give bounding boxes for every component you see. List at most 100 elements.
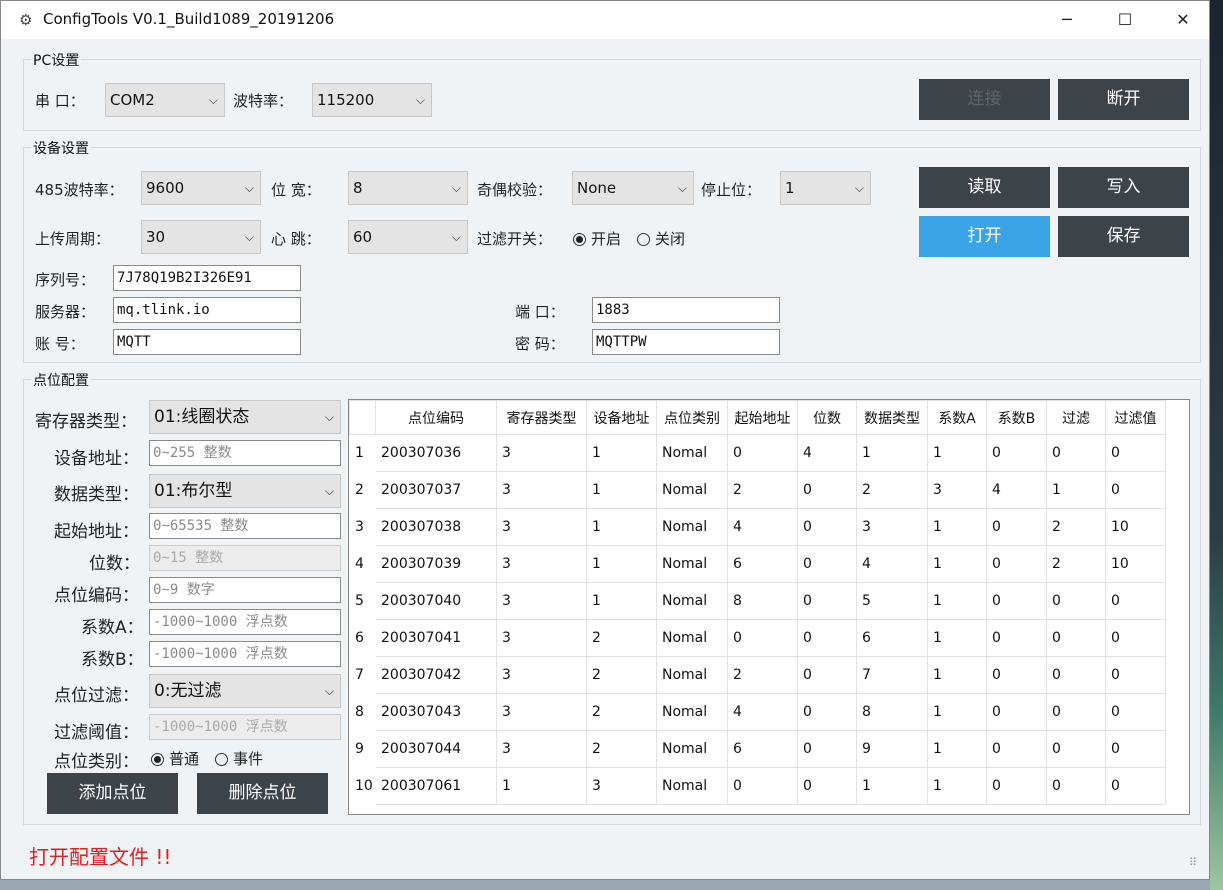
table-cell[interactable]: 0 bbox=[797, 545, 857, 583]
table-cell[interactable]: 0 bbox=[986, 508, 1047, 546]
column-header[interactable]: 数据类型 bbox=[856, 400, 928, 435]
table-cell[interactable]: 1 bbox=[586, 545, 657, 583]
table-cell[interactable]: 3 bbox=[496, 545, 587, 583]
table-cell[interactable]: 4 bbox=[727, 693, 798, 731]
table-row[interactable]: 9 200307044 3 2 Nomal 6 0 9 1 0 0 0 bbox=[349, 730, 1166, 768]
column-header[interactable]: 系数A bbox=[927, 400, 987, 435]
table-cell[interactable]: 1 bbox=[586, 508, 657, 546]
table-cell[interactable]: 5 bbox=[856, 582, 928, 620]
table-cell[interactable]: 0 bbox=[1105, 619, 1166, 657]
upload-period-select[interactable]: 30 ⌵ bbox=[141, 220, 261, 254]
table-cell[interactable]: 2 bbox=[856, 471, 928, 509]
table-cell[interactable]: 1 bbox=[586, 471, 657, 509]
table-cell[interactable]: 2 bbox=[1046, 508, 1106, 546]
table-cell[interactable]: 0 bbox=[1046, 582, 1106, 620]
column-header[interactable]: 过滤 bbox=[1046, 400, 1106, 435]
data-type-select[interactable]: 01:布尔型 ⌵ bbox=[149, 474, 341, 508]
table-cell[interactable]: 6 bbox=[727, 730, 798, 768]
table-cell[interactable]: 0 bbox=[986, 767, 1047, 805]
close-button[interactable]: ✕ bbox=[1154, 1, 1212, 39]
table-cell[interactable]: 200307040 bbox=[375, 582, 497, 620]
table-cell[interactable]: 2 bbox=[586, 693, 657, 731]
table-cell[interactable]: 1 bbox=[586, 434, 657, 472]
table-cell[interactable]: 0 bbox=[797, 619, 857, 657]
baud485-select[interactable]: 9600 ⌵ bbox=[141, 171, 261, 205]
table-cell[interactable]: Nomal bbox=[656, 434, 728, 472]
table-cell[interactable]: 200307039 bbox=[375, 545, 497, 583]
table-cell[interactable]: 0 bbox=[1105, 693, 1166, 731]
table-cell[interactable]: 0 bbox=[797, 656, 857, 694]
table-cell[interactable]: 0 bbox=[986, 619, 1047, 657]
table-cell[interactable]: 2 bbox=[586, 730, 657, 768]
table-cell[interactable]: Nomal bbox=[656, 508, 728, 546]
table-cell[interactable]: 1 bbox=[856, 767, 928, 805]
table-cell[interactable]: 0 bbox=[1105, 730, 1166, 768]
column-header[interactable]: 点位类别 bbox=[656, 400, 728, 435]
filter-on-radio[interactable]: 开启 bbox=[573, 228, 621, 249]
table-cell[interactable]: 0 bbox=[797, 508, 857, 546]
table-cell[interactable]: 8 bbox=[727, 582, 798, 620]
resize-grip-icon[interactable]: ⠿ bbox=[1189, 856, 1197, 869]
account-input[interactable]: MQTT bbox=[113, 329, 301, 355]
table-row[interactable]: 2 200307037 3 1 Nomal 2 0 2 3 4 1 0 bbox=[349, 471, 1166, 509]
column-header[interactable]: 系数B bbox=[986, 400, 1047, 435]
heartbeat-select[interactable]: 60 ⌵ bbox=[348, 220, 468, 254]
table-cell[interactable]: 2 bbox=[727, 656, 798, 694]
category-normal-radio[interactable]: 普通 bbox=[151, 748, 199, 769]
point-filter-select[interactable]: 0:无过滤 ⌵ bbox=[149, 674, 341, 708]
table-cell[interactable]: 3 bbox=[496, 471, 587, 509]
point-code-input[interactable]: 0~9 数字 bbox=[149, 577, 341, 603]
table-cell[interactable]: 3 bbox=[496, 693, 587, 731]
minimize-button[interactable]: ─ bbox=[1038, 1, 1096, 39]
category-event-radio[interactable]: 事件 bbox=[215, 748, 263, 769]
table-cell[interactable]: 0 bbox=[986, 545, 1047, 583]
data-width-select[interactable]: 8 ⌵ bbox=[348, 171, 468, 205]
table-cell[interactable]: 0 bbox=[986, 656, 1047, 694]
column-header[interactable]: 寄存器类型 bbox=[496, 400, 587, 435]
table-cell[interactable]: 2 bbox=[727, 471, 798, 509]
table-cell[interactable]: 3 bbox=[496, 582, 587, 620]
table-cell[interactable]: 0 bbox=[797, 730, 857, 768]
table-cell[interactable]: 3 bbox=[856, 508, 928, 546]
table-cell[interactable]: 3 bbox=[496, 730, 587, 768]
table-cell[interactable]: 0 bbox=[1046, 619, 1106, 657]
filter-threshold-input[interactable]: -1000~1000 浮点数 bbox=[149, 714, 341, 740]
table-cell[interactable]: Nomal bbox=[656, 582, 728, 620]
table-cell[interactable]: 0 bbox=[1105, 471, 1166, 509]
save-button[interactable]: 保存 bbox=[1058, 216, 1189, 257]
server-port-input[interactable]: 1883 bbox=[592, 297, 780, 323]
table-cell[interactable]: 3 bbox=[586, 767, 657, 805]
filter-off-radio[interactable]: 关闭 bbox=[637, 228, 685, 249]
table-cell[interactable]: Nomal bbox=[656, 471, 728, 509]
column-header[interactable]: 设备地址 bbox=[586, 400, 657, 435]
table-cell[interactable]: 1 bbox=[927, 656, 987, 694]
table-cell[interactable]: 0 bbox=[797, 767, 857, 805]
table-cell[interactable]: 0 bbox=[1105, 656, 1166, 694]
connect-button[interactable]: 连接 bbox=[919, 79, 1050, 120]
table-cell[interactable]: 1 bbox=[856, 434, 928, 472]
serial-input[interactable]: 7J78Q19B2I326E91 bbox=[113, 265, 301, 291]
delete-point-button[interactable]: 删除点位 bbox=[197, 773, 328, 814]
bits-input[interactable]: 0~15 整数 bbox=[149, 545, 341, 571]
table-cell[interactable]: 0 bbox=[1105, 582, 1166, 620]
table-cell[interactable]: Nomal bbox=[656, 545, 728, 583]
table-cell[interactable]: 2 bbox=[586, 656, 657, 694]
table-cell[interactable]: 0 bbox=[797, 471, 857, 509]
port-select[interactable]: COM2 ⌵ bbox=[105, 83, 225, 117]
table-cell[interactable]: 1 bbox=[927, 730, 987, 768]
table-cell[interactable]: 10 bbox=[1105, 545, 1166, 583]
register-type-select[interactable]: 01:线圈状态 ⌵ bbox=[149, 400, 341, 434]
table-cell[interactable]: 3 bbox=[927, 471, 987, 509]
table-cell[interactable]: 200307041 bbox=[375, 619, 497, 657]
table-cell[interactable]: 6 bbox=[727, 545, 798, 583]
table-cell[interactable]: 0 bbox=[727, 767, 798, 805]
table-row[interactable]: 8 200307043 3 2 Nomal 4 0 8 1 0 0 0 bbox=[349, 693, 1166, 731]
table-cell[interactable]: 1 bbox=[927, 545, 987, 583]
table-cell[interactable]: 0 bbox=[986, 730, 1047, 768]
table-cell[interactable]: 3 bbox=[496, 434, 587, 472]
table-cell[interactable]: 2 bbox=[586, 619, 657, 657]
table-cell[interactable]: 0 bbox=[1105, 434, 1166, 472]
table-cell[interactable]: 200307038 bbox=[375, 508, 497, 546]
table-row[interactable]: 1 200307036 3 1 Nomal 0 4 1 1 0 0 0 bbox=[349, 434, 1166, 472]
table-cell[interactable]: 1 bbox=[496, 767, 587, 805]
